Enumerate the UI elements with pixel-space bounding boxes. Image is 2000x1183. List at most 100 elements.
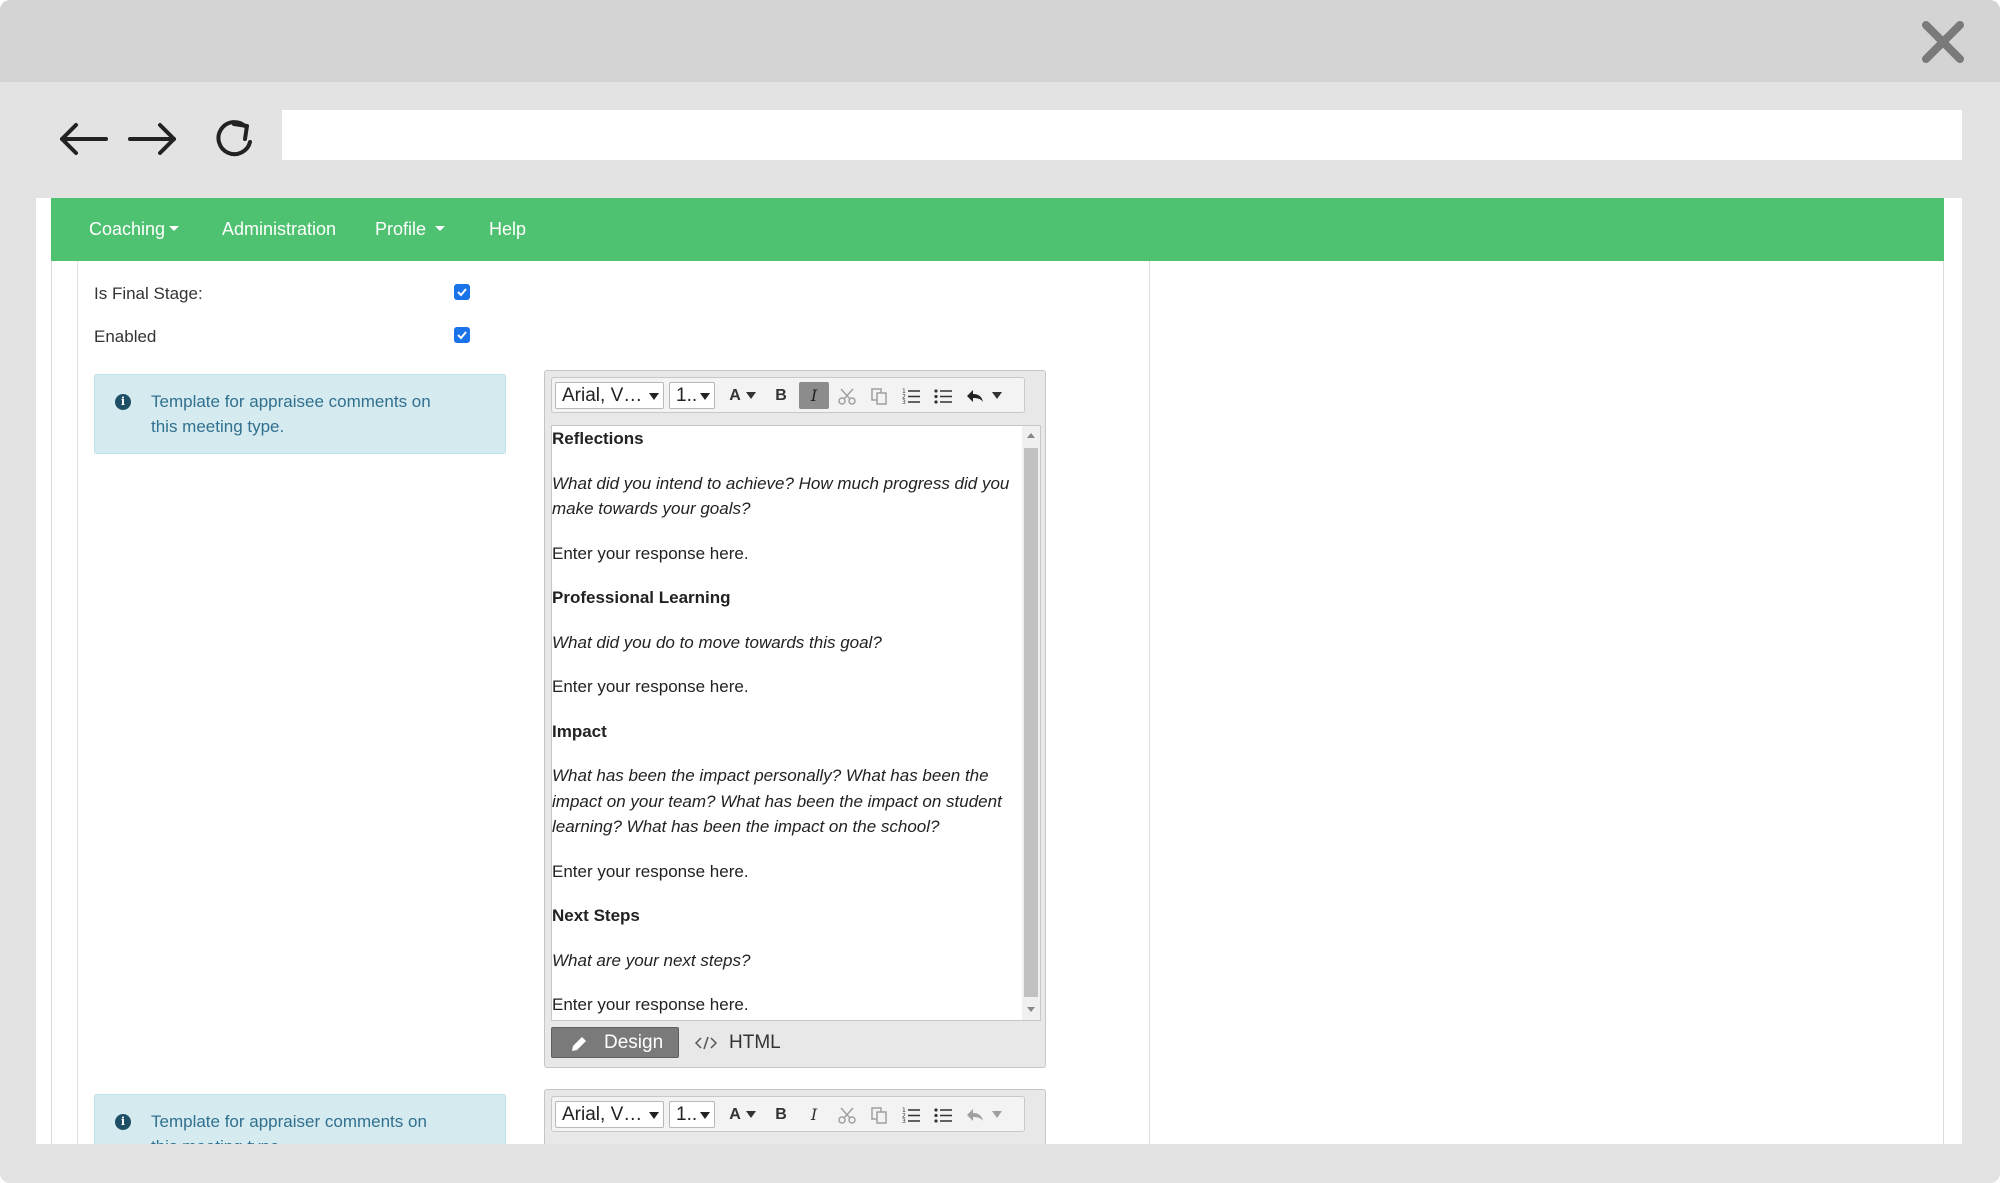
browser-window: Coaching Administration Profile Help Is …	[0, 0, 2000, 1183]
bullet-list-icon	[934, 1108, 952, 1123]
arrow-left-icon[interactable]	[56, 114, 112, 164]
check-icon	[457, 288, 467, 297]
undo-icon	[967, 1109, 983, 1121]
appraiser-template-editor: Arial, V… 1.. A B I 123	[544, 1089, 1046, 1144]
design-mode-button[interactable]: Design	[551, 1027, 679, 1058]
scissors-icon	[838, 388, 856, 405]
editor-response: Enter your response here.	[552, 543, 749, 563]
copy-button[interactable]	[864, 1101, 894, 1128]
enabled-checkbox[interactable]	[454, 327, 470, 343]
font-color-dropdown[interactable]	[742, 1101, 760, 1128]
ordered-list-icon: 123	[902, 1107, 920, 1124]
close-icon[interactable]	[1918, 17, 1968, 67]
page-viewport: Coaching Administration Profile Help Is …	[36, 198, 1962, 1144]
info-icon: i	[115, 1114, 131, 1130]
arrow-right-icon[interactable]	[124, 114, 180, 164]
bullet-list-button[interactable]	[928, 1101, 958, 1128]
copy-icon	[871, 1107, 887, 1124]
caret-down-icon	[746, 392, 756, 399]
bullet-list-button[interactable]	[928, 382, 958, 409]
appraisee-template-info: i Template for appraisee comments on thi…	[94, 374, 506, 454]
editor-question: What did you intend to achieve? How much…	[552, 473, 1010, 519]
appraiser-template-info-text: Template for appraiser comments on this …	[151, 1112, 427, 1144]
url-bar[interactable]	[282, 110, 1962, 160]
editor-heading: Reflections	[552, 429, 644, 448]
editor-toolbar: Arial, V… 1.. A B I 123	[551, 1096, 1025, 1132]
dropdown-arrow-icon	[700, 393, 710, 400]
nav-help[interactable]: Help	[489, 198, 526, 261]
appraisee-template-info-text: Template for appraisee comments on this …	[151, 392, 431, 436]
check-icon	[457, 331, 467, 340]
page-border	[51, 261, 52, 1144]
svg-text:3: 3	[902, 399, 906, 405]
nav-administration[interactable]: Administration	[222, 198, 336, 261]
html-mode-label: HTML	[729, 1032, 781, 1053]
italic-button[interactable]: I	[799, 1101, 829, 1128]
appraiser-template-info: i Template for appraiser comments on thi…	[94, 1094, 506, 1144]
is-final-stage-checkbox[interactable]	[454, 284, 470, 300]
font-color-icon: A	[729, 1106, 741, 1123]
nav-help-label: Help	[489, 219, 527, 239]
scroll-thumb[interactable]	[1024, 448, 1038, 997]
copy-button[interactable]	[864, 382, 894, 409]
dropdown-arrow-icon	[649, 393, 659, 400]
editor-scrollbar[interactable]	[1022, 426, 1040, 1020]
editor-heading: Impact	[552, 721, 607, 741]
font-size-value: 1..	[676, 385, 698, 406]
editor-question: What did you do to move towards this goa…	[552, 632, 882, 652]
bold-button[interactable]: B	[766, 382, 796, 409]
caret-down-icon	[435, 226, 446, 232]
code-icon	[695, 1036, 717, 1050]
cut-button[interactable]	[832, 382, 862, 409]
pencil-icon	[572, 1037, 586, 1051]
ordered-list-icon: 123	[902, 388, 920, 405]
top-navbar: Coaching Administration Profile Help	[51, 198, 1944, 261]
editor-response: Enter your response here.	[552, 677, 749, 696]
nav-coaching[interactable]: Coaching	[89, 198, 180, 261]
nav-coaching-label: Coaching	[89, 219, 166, 239]
bold-button[interactable]: B	[766, 1101, 796, 1128]
appraisee-template-editor: Arial, V… 1.. A B I 123 Reflections What…	[544, 370, 1046, 1068]
undo-button[interactable]	[960, 382, 990, 409]
font-size-select[interactable]: 1..	[669, 382, 715, 409]
enabled-label: Enabled	[94, 327, 157, 346]
nav-profile-label: Profile	[375, 219, 427, 239]
editor-heading: Professional Learning	[552, 588, 731, 607]
title-bar	[0, 0, 2000, 82]
editor-question: What has been the impact personally? Wha…	[552, 766, 1002, 836]
italic-button[interactable]: I	[799, 382, 829, 409]
font-family-select[interactable]: Arial, V…	[555, 382, 664, 409]
bold-icon: B	[775, 387, 787, 404]
italic-icon: I	[810, 1105, 818, 1124]
svg-text:3: 3	[902, 1118, 906, 1124]
nav-profile[interactable]: Profile	[375, 198, 446, 261]
scissors-icon	[838, 1107, 856, 1124]
undo-button[interactable]	[960, 1101, 990, 1128]
undo-dropdown[interactable]	[988, 382, 1006, 409]
dropdown-arrow-icon	[649, 1112, 659, 1119]
caret-down-icon	[169, 226, 180, 232]
scroll-down-icon[interactable]	[1027, 1007, 1035, 1012]
reload-icon[interactable]	[206, 114, 262, 164]
caret-down-icon	[992, 1111, 1002, 1118]
font-size-value: 1..	[676, 1104, 698, 1125]
scroll-up-icon[interactable]	[1027, 433, 1035, 438]
font-size-select[interactable]: 1..	[669, 1101, 715, 1128]
nav-administration-label: Administration	[222, 219, 337, 239]
copy-icon	[871, 388, 887, 405]
ordered-list-button[interactable]: 123	[896, 382, 926, 409]
caret-down-icon	[992, 392, 1002, 399]
cut-button[interactable]	[832, 1101, 862, 1128]
italic-icon: I	[810, 386, 818, 405]
font-family-select[interactable]: Arial, V…	[555, 1101, 664, 1128]
bold-icon: B	[775, 1106, 787, 1123]
font-family-value: Arial, V…	[562, 1104, 643, 1125]
is-final-stage-label: Is Final Stage:	[94, 284, 203, 303]
ordered-list-button[interactable]: 123	[896, 1101, 926, 1128]
editor-content-area[interactable]: Reflections What did you intend to achie…	[551, 425, 1041, 1021]
undo-dropdown[interactable]	[988, 1101, 1006, 1128]
font-color-icon: A	[729, 387, 741, 404]
dropdown-arrow-icon	[700, 1112, 710, 1119]
html-mode-button[interactable]: HTML	[695, 1027, 805, 1058]
font-color-dropdown[interactable]	[742, 382, 760, 409]
